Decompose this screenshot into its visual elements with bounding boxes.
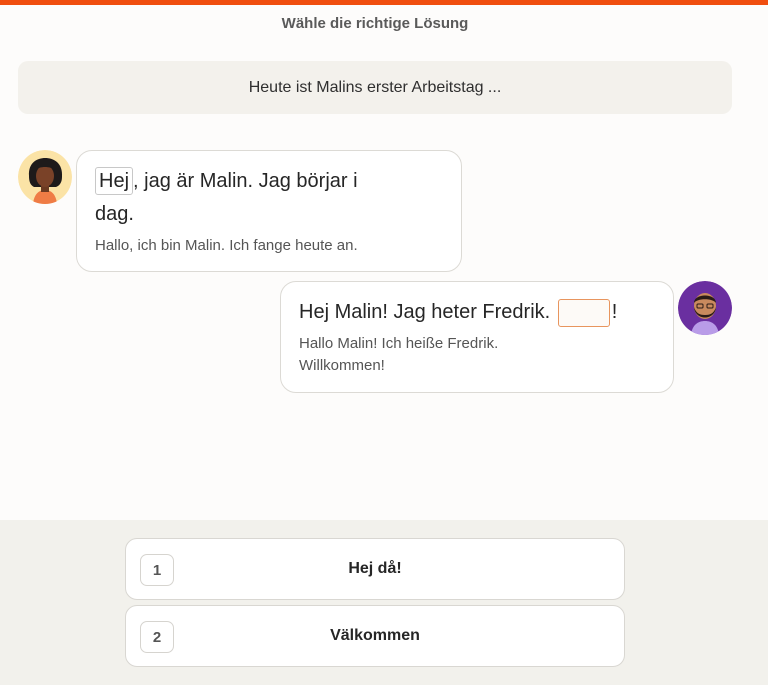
german-translation: Hallo, ich bin Malin. Ich fange heute an…: [95, 237, 358, 254]
option-number-badge: 1: [140, 554, 174, 586]
option-label: Välkommen: [330, 627, 420, 644]
message-bubble-malin: Hej, jag är Malin. Jag börjar i dag. Hal…: [76, 150, 462, 272]
swedish-text-end: !: [611, 301, 618, 323]
swedish-text-line2: dag.: [95, 203, 134, 225]
german-translation-line2: Willkommen!: [299, 357, 385, 374]
german-translation: Hallo Malin! Ich heiße Fredrik. Willkomm…: [299, 333, 655, 377]
swedish-sentence: Hej, jag är Malin. Jag börjar i: [95, 165, 443, 198]
woman-avatar-icon: [18, 150, 72, 204]
instruction-title: Wähle die richtige Lösung: [281, 15, 469, 32]
progress-accent-bar: [0, 0, 768, 5]
answer-option-1[interactable]: 1 Hej då!: [125, 538, 625, 600]
context-box: Heute ist Malins erster Arbeitstag ...: [18, 61, 732, 114]
answer-blank[interactable]: [557, 298, 610, 327]
swedish-sentence: Hej Malin! Jag heter Fredrik. !: [299, 296, 655, 329]
answer-option-2[interactable]: 2 Välkommen: [125, 605, 625, 667]
context-text: Heute ist Malins erster Arbeitstag ...: [248, 78, 502, 96]
swedish-text: Hej Malin! Jag heter Fredrik.: [299, 301, 551, 323]
swedish-text: , jag är Malin. Jag börjar i: [133, 170, 358, 192]
german-translation-line1: Hallo Malin! Ich heiße Fredrik.: [299, 335, 499, 352]
option-number-badge: 2: [140, 621, 174, 653]
message-bubble-fredrik: Hej Malin! Jag heter Fredrik. ! Hallo Ma…: [280, 281, 674, 393]
bearded-man-avatar-icon: [678, 281, 732, 335]
option-label: Hej då!: [348, 560, 402, 577]
highlighted-word[interactable]: Hej: [95, 167, 134, 195]
